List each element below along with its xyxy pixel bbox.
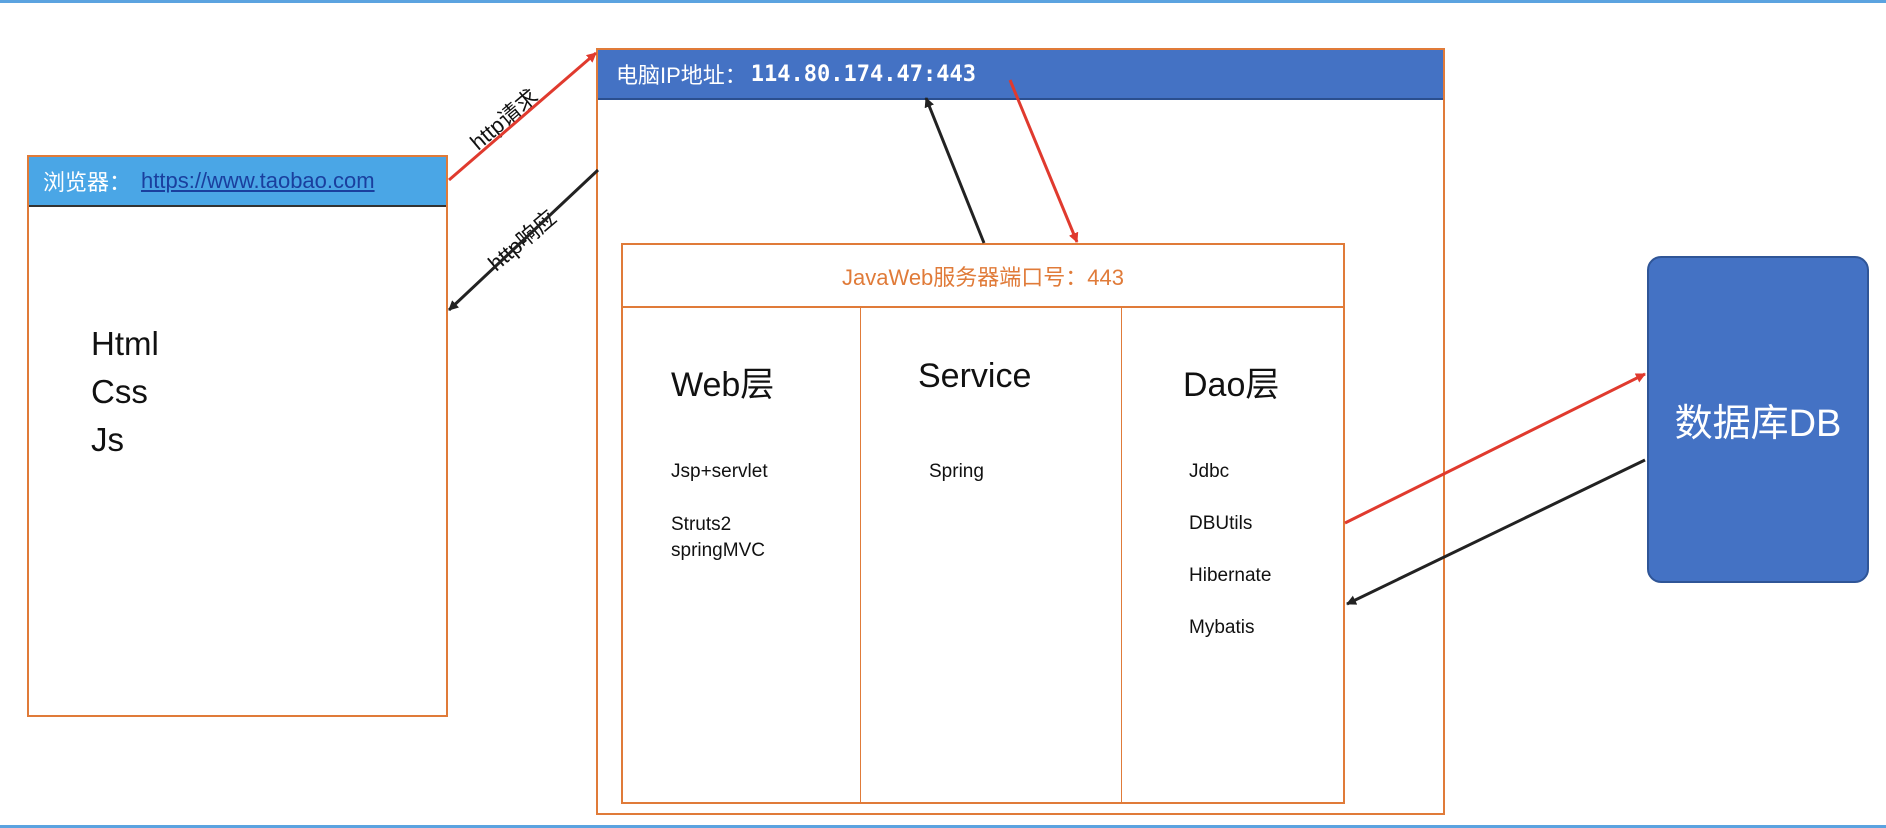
ip-to-javaweb-arrow: [1008, 79, 1079, 243]
http-response-arrow: [447, 168, 600, 312]
db-to-dao-arrow: [1346, 458, 1646, 606]
http-request-arrow: [448, 51, 597, 182]
arrows-layer: [447, 51, 1646, 606]
javaweb-to-ip-arrow: [924, 97, 986, 244]
dao-to-db-arrow: [1344, 372, 1646, 525]
